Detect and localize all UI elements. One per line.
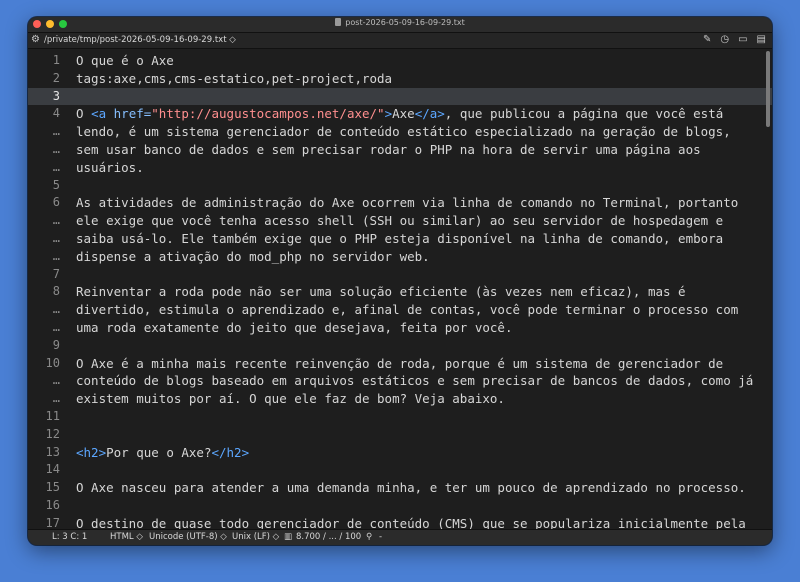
zoom-icon[interactable]: ⚲ [366,532,372,542]
line-number: 3 [52,88,60,103]
history-icon[interactable]: ◷ [720,34,729,45]
line-number: … [52,373,60,388]
split-view-icon[interactable]: ▭ [738,34,747,45]
editor-line[interactable]: … saiba usá-lo. Ele também exige que o PH… [28,230,772,248]
editor-line[interactable]: 2 tags:axe,cms,cms-estatico,pet-project,r… [28,70,772,88]
editor-line[interactable]: … ele exige que você tenha acesso shell (… [28,212,772,230]
editor-line[interactable]: … lendo, é um sistema gerenciador de cont… [28,123,772,141]
document-menu-icon[interactable]: ▤ [757,34,766,45]
marker-icon[interactable]: ✎ [703,34,711,45]
syntax-mode-popup[interactable]: HTML ◇ [110,532,143,542]
title-bar: post-2026-05-09-16-09-29.txt [28,17,772,33]
window-title-area: post-2026-05-09-16-09-29.txt [28,18,772,27]
line-text[interactable]: usuários. [76,159,762,177]
line-number: 16 [45,498,60,512]
line-number: … [52,391,60,406]
line-text[interactable]: saiba usá-lo. Ele também exige que o PHP… [76,230,762,248]
line-text[interactable]: conteúdo de blogs baseado em arquivos es… [76,372,762,390]
editor-line[interactable]: … dispense a ativação do mod_php no servi… [28,248,772,266]
line-number: … [52,142,60,156]
editor-line[interactable]: 12 [28,426,772,444]
editor-line[interactable]: 7 [28,266,772,284]
line-number: 9 [52,337,60,352]
line-number: … [52,320,60,334]
line-number: 1 [52,53,60,67]
editor-line[interactable]: 13 <h2>Por que o Axe?</h2> [28,444,772,462]
line-text[interactable]: <h2>Por que o Axe?</h2> [76,444,762,462]
gear-icon[interactable]: ⚙ [31,34,40,45]
editor-line[interactable]: 16 [28,497,772,515]
editor-line[interactable]: 9 [28,337,772,355]
line-text[interactable]: As atividades de administração do Axe oc… [76,194,762,212]
window-title: post-2026-05-09-16-09-29.txt [345,18,465,27]
line-text[interactable]: sem usar banco de dados e sem precisar r… [76,141,762,159]
line-endings-popup[interactable]: Unix (LF) ◇ [232,532,279,542]
editor-line[interactable]: … uma roda exatamente do jeito que deseja… [28,319,772,337]
editor-line[interactable]: 3 [28,87,772,106]
line-number: 8 [52,284,60,299]
line-number: 11 [45,409,60,423]
line-text[interactable]: uma roda exatamente do jeito que desejav… [76,319,762,337]
line-text[interactable]: tags:axe,cms,cms-estatico,pet-project,ro… [76,70,762,88]
editor-window: post-2026-05-09-16-09-29.txt ⚙ /private/… [28,17,772,545]
line-text[interactable]: dispense a ativação do mod_php no servid… [76,248,762,266]
editor-line[interactable]: 11 [28,408,772,426]
document-stats-icon: ▥ [284,532,293,542]
editor-line[interactable]: … sem usar banco de dados e sem precisar … [28,141,772,159]
editor-line[interactable]: … usuários. [28,159,772,177]
line-number: 2 [52,70,60,85]
encoding-popup[interactable]: Unicode (UTF-8) ◇ [149,532,227,542]
scrollbar-thumb[interactable] [766,51,770,127]
editor-line[interactable]: 10 O Axe é a minha mais recente reinvençã… [28,355,772,373]
line-number: … [52,302,60,317]
cursor-position[interactable]: L: 3 C: 1 [52,532,87,542]
line-number: 6 [52,195,60,210]
editor-line[interactable]: 4 O <a href="http://augustocampos.net/axe… [28,105,772,123]
line-text[interactable]: existem muitos por aí. O que ele faz de … [76,390,762,408]
line-text[interactable]: lendo, é um sistema gerenciador de conte… [76,123,762,141]
zoom-level[interactable]: - [379,532,382,542]
editor-line[interactable]: 15 O Axe nasceu para atender a uma demand… [28,479,772,497]
line-number: 10 [45,355,60,370]
line-text[interactable]: ele exige que você tenha acesso shell (S… [76,212,762,230]
line-number: … [52,159,60,174]
editor-line[interactable]: 1 O que é o Axe [28,52,772,70]
text-editor[interactable]: 1 O que é o Axe 2 tags:axe,cms,cms-estatico… [28,49,772,531]
editor-line[interactable]: 6 As atividades de administração do Axe o… [28,194,772,212]
line-number: 15 [45,480,60,495]
editor-line[interactable]: 8 Reinventar a roda pode não ser uma solu… [28,283,772,301]
file-path-popup[interactable]: /private/tmp/post-2026-05-09-16-09-29.tx… [44,35,236,45]
line-text[interactable]: O <a href="http://augustocampos.net/axe/… [76,105,762,123]
toolbar: ✎ ◷ ▭ ▤ [703,34,766,45]
editor-line[interactable]: 5 [28,177,772,195]
line-text[interactable]: O Axe nasceu para atender a uma demanda … [76,479,762,497]
line-number: 13 [45,444,60,459]
document-stats[interactable]: 8.700 / ... / 100 [296,532,361,542]
status-bar: L: 3 C: 1 HTML ◇ Unicode (UTF-8) ◇ Unix … [28,529,772,545]
editor-line[interactable]: 14 [28,461,772,479]
vertical-scrollbar[interactable] [764,49,771,530]
line-number: 7 [52,266,60,281]
line-number: … [52,248,60,263]
line-number: 14 [45,462,60,477]
line-number: … [52,124,60,139]
line-text[interactable]: O Axe é a minha mais recente reinvenção … [76,355,762,373]
line-number: … [52,213,60,228]
line-number: … [52,231,60,245]
line-number: 12 [45,426,60,441]
line-number: 4 [52,106,60,121]
editor-line[interactable]: … existem muitos por aí. O que ele faz de… [28,390,772,408]
document-icon [335,18,342,26]
path-bar: ⚙ /private/tmp/post-2026-05-09-16-09-29.… [28,33,772,49]
line-number: 5 [52,177,60,192]
line-text[interactable]: O que é o Axe [76,52,762,70]
editor-line[interactable]: … conteúdo de blogs baseado em arquivos e… [28,372,772,390]
editor-line[interactable]: … divertido, estimula o aprendizado e, af… [28,301,772,319]
line-text[interactable]: Reinventar a roda pode não ser uma soluç… [76,283,762,301]
line-text[interactable]: divertido, estimula o aprendizado e, afi… [76,301,762,319]
